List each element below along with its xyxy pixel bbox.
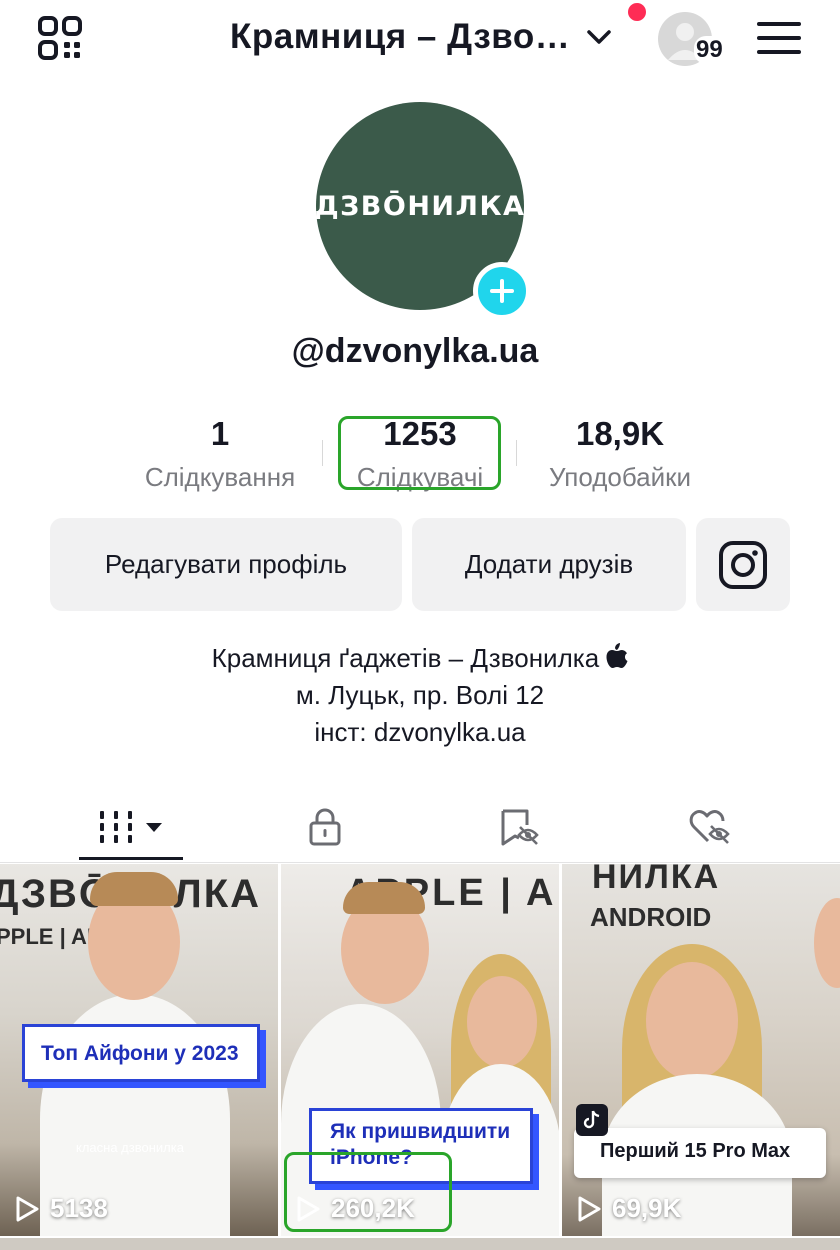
- video-views: 69,9K: [576, 1193, 681, 1224]
- followers-highlight-box: [338, 416, 501, 490]
- bio-line-3: інст: dzvonylka.ua: [314, 717, 526, 747]
- person-hair: [90, 872, 178, 906]
- tab-favorites[interactable]: [484, 795, 554, 859]
- following-count: 1: [210, 415, 230, 452]
- apple-icon: [606, 643, 628, 668]
- view-count: 69,9K: [612, 1193, 682, 1223]
- likes-label: Уподобайки: [548, 462, 692, 492]
- bio-line-2: м. Луцьк, пр. Волі 12: [295, 680, 545, 710]
- video-caption: Перший 15 Pro Max: [600, 1140, 791, 1162]
- username: @dzvonylka.ua: [291, 332, 539, 370]
- tab-videos[interactable]: [79, 795, 183, 859]
- instagram-button[interactable]: [696, 518, 790, 611]
- account-switcher[interactable]: Крамниця – Дзво…: [230, 14, 614, 60]
- following-stat[interactable]: 1 Слідкування: [120, 414, 320, 494]
- tab-liked[interactable]: [676, 795, 746, 859]
- bio-line-1: Крамниця ґаджетів – Дзвонилка: [0, 640, 840, 677]
- notification-count-badge: 99: [694, 36, 725, 64]
- video-overlay-text: класна дзвонилка: [76, 1140, 184, 1155]
- bookmark-hidden-icon: [501, 809, 539, 846]
- video-caption: Топ Айфони у 2023: [41, 1042, 239, 1065]
- view-count: 5138: [50, 1193, 108, 1223]
- active-tab-underline: [79, 857, 183, 860]
- tab-private[interactable]: [290, 795, 360, 859]
- qr-code-icon[interactable]: [38, 16, 82, 60]
- person-head: [814, 898, 840, 988]
- likes-stat[interactable]: 18,9K Уподобайки: [520, 414, 720, 494]
- avatar-logo: ДЗВŌНИЛКА: [314, 190, 526, 222]
- video-caption-card: Топ Айфони у 2023: [22, 1024, 260, 1082]
- profile-title: Крамниця – Дзво…: [230, 17, 571, 56]
- chevron-down-icon: [587, 30, 611, 44]
- menu-icon[interactable]: [757, 18, 801, 58]
- video-thumbnail-3[interactable]: НИЛКА ANDROID Перший 15 Pro Max 69,9K: [562, 864, 840, 1236]
- heart-hidden-icon: [689, 810, 730, 844]
- add-avatar-button[interactable]: [473, 262, 531, 320]
- person-head: [467, 976, 537, 1068]
- wall-sign-text: НИЛКА: [592, 864, 721, 896]
- video-thumbnail-1[interactable]: ДЗВŌНИЛКА PPLE | ANDROID Топ Айфони у 20…: [0, 864, 278, 1236]
- wall-sign-text: ANDROID: [590, 902, 712, 932]
- edit-profile-button[interactable]: Редагувати профіль: [50, 518, 402, 611]
- person-head: [646, 962, 738, 1080]
- play-icon: [16, 1196, 39, 1221]
- notification-dot: [628, 3, 646, 21]
- video-views: 5138: [14, 1193, 108, 1224]
- person-hair: [343, 882, 425, 914]
- views-highlight-box: [284, 1152, 452, 1232]
- likes-count: 18,9K: [575, 415, 665, 452]
- lock-icon: [309, 808, 341, 846]
- stat-divider: [322, 440, 323, 466]
- profile-bio: Крамниця ґаджетів – Дзвонилка м. Луцьк, …: [0, 640, 840, 751]
- next-row-thumbnails: [0, 1238, 840, 1250]
- tiktok-logo-icon: [576, 1104, 608, 1136]
- video-caption-card: Перший 15 Pro Max: [574, 1128, 826, 1178]
- content-tabs: [0, 795, 840, 863]
- plus-icon: [490, 279, 514, 303]
- following-label: Слідкування: [144, 462, 296, 492]
- top-bar: Крамниця – Дзво… 99: [0, 0, 840, 80]
- add-friends-button[interactable]: Додати друзів: [412, 518, 686, 611]
- grid-videos-icon: [100, 811, 162, 843]
- play-icon: [578, 1196, 601, 1221]
- bio-line-1-text: Крамниця ґаджетів – Дзвонилка: [211, 643, 607, 673]
- instagram-icon: [719, 540, 767, 589]
- tabs-border: [0, 862, 840, 863]
- stat-divider: [516, 440, 517, 466]
